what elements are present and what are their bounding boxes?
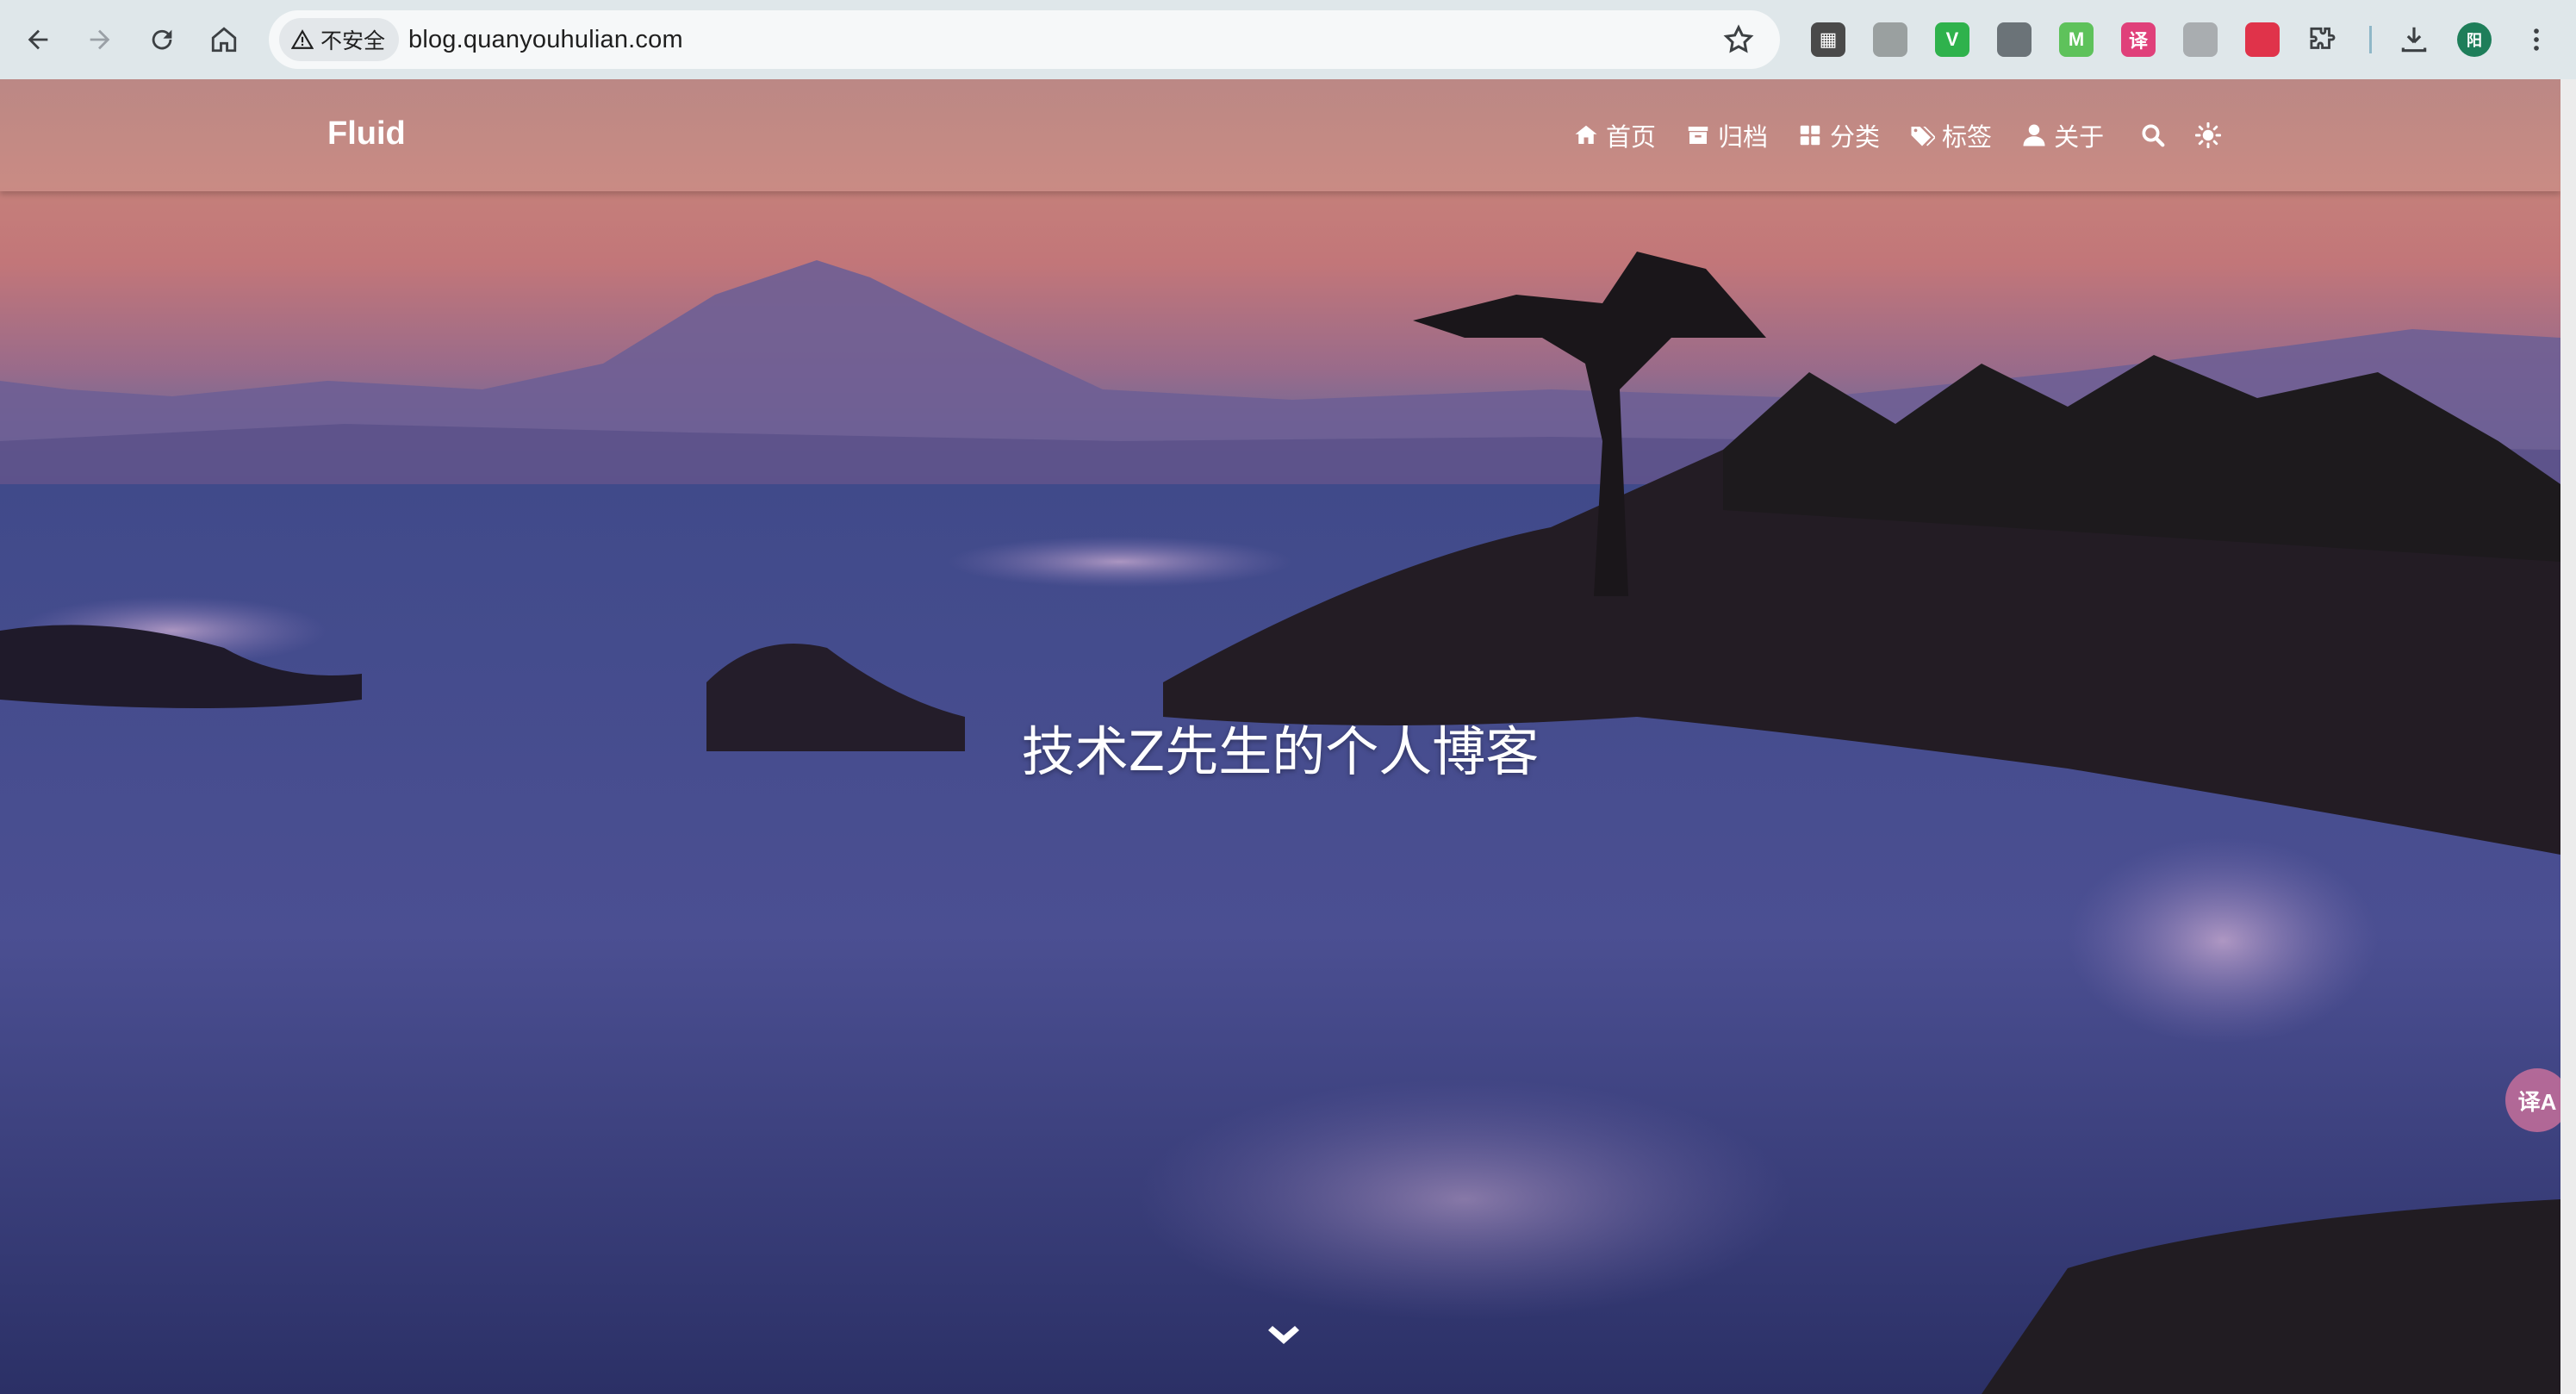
hero-banner: Fluid 首页 归档 分类 标签 关于 技术Z先生的个人博客 译A — [0, 79, 2576, 1394]
hero-title: 技术Z先生的个人博客 — [1021, 720, 1540, 783]
toolbar-separator — [2369, 26, 2372, 53]
gray-circle-extension-icon[interactable] — [1873, 22, 1907, 57]
reload-icon — [152, 29, 172, 50]
user-icon — [2023, 124, 2045, 146]
extensions-puzzle-icon[interactable] — [2304, 22, 2338, 57]
url-text[interactable]: blog.quanyouhulian.com — [408, 26, 683, 54]
warning-triangle-icon — [291, 29, 314, 49]
menu-item-archive[interactable]: 归档 — [1685, 117, 1768, 153]
sun-icon — [2195, 122, 2222, 148]
menu-item-tags[interactable]: 标签 — [1909, 117, 1992, 153]
archive-icon — [1688, 127, 1708, 144]
qr-code-extension-icon[interactable]: ▦ — [1811, 22, 1845, 57]
translate-extension-icon[interactable]: 译 — [2121, 22, 2156, 57]
document-extension-icon[interactable] — [2183, 22, 2218, 57]
security-label: 不安全 — [320, 29, 386, 53]
download-icon[interactable] — [2397, 22, 2431, 57]
tags-icon — [1911, 127, 1936, 146]
search-button[interactable] — [2140, 122, 2166, 148]
red-shield-extension-icon[interactable] — [2245, 22, 2280, 57]
back-button[interactable] — [14, 16, 62, 64]
arrow-right-icon — [90, 29, 110, 50]
bookmark-star-icon[interactable] — [1721, 22, 1756, 57]
site-brand[interactable]: Fluid — [327, 115, 406, 152]
page-scrollbar[interactable] — [2560, 79, 2576, 1394]
address-bar[interactable]: 不安全 blog.quanyouhulian.com — [269, 10, 1780, 69]
browser-toolbar: 不安全 blog.quanyouhulian.com ▦ V M 译 阳 — [0, 0, 2576, 79]
reload-button[interactable] — [138, 16, 186, 64]
profile-avatar[interactable]: 阳 — [2457, 22, 2492, 57]
site-menu: 首页 归档 分类 标签 关于 — [1573, 117, 2222, 153]
search-icon — [2142, 124, 2165, 147]
menu-item-about[interactable]: 关于 — [2021, 117, 2104, 153]
theme-toggle-button[interactable] — [2195, 122, 2222, 148]
home-icon — [1575, 125, 1597, 144]
home-button[interactable] — [200, 16, 248, 64]
translate-float-button[interactable]: 译A — [2505, 1068, 2569, 1132]
more-menu-icon[interactable] — [2519, 22, 2554, 57]
menu-item-home[interactable]: 首页 — [1573, 117, 1656, 153]
grid-icon — [1800, 125, 1820, 146]
gray-panel-extension-icon[interactable] — [1997, 22, 2032, 57]
green-m-extension-icon[interactable]: M — [2059, 22, 2094, 57]
house-icon — [211, 27, 237, 53]
chevron-down-icon[interactable] — [1263, 1316, 1304, 1358]
forward-button[interactable] — [76, 16, 124, 64]
security-indicator[interactable]: 不安全 — [279, 18, 400, 61]
site-navbar: Fluid 首页 归档 分类 标签 关于 — [0, 79, 2560, 191]
arrow-left-icon — [28, 29, 48, 50]
menu-item-categories[interactable]: 分类 — [1797, 117, 1880, 153]
green-v-extension-icon[interactable]: V — [1935, 22, 1969, 57]
